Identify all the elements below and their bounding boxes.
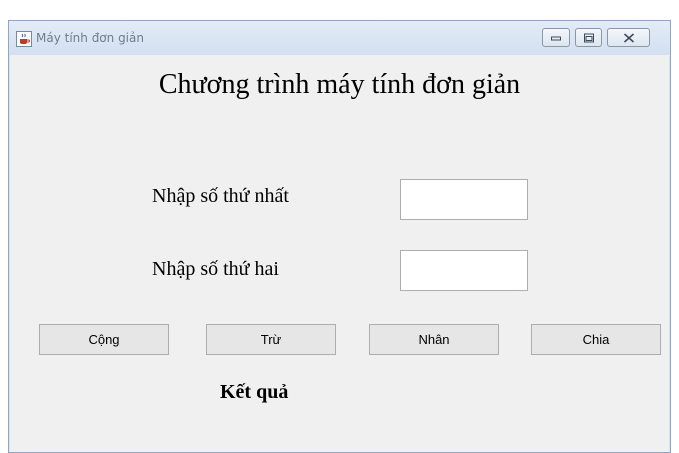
title-bar[interactable]: Máy tính đơn giản [9, 21, 670, 55]
close-button[interactable] [607, 28, 650, 47]
first-number-input[interactable] [400, 179, 528, 220]
content-panel: Chương trình máy tính đơn giản Nhập số t… [10, 55, 669, 452]
divide-button[interactable]: Chia [531, 324, 661, 355]
subtract-button[interactable]: Trừ [206, 324, 336, 355]
first-number-label: Nhập số thứ nhất [152, 185, 289, 207]
add-button[interactable]: Cộng [39, 324, 169, 355]
result-label: Kết quả [220, 381, 289, 403]
app-window: Máy tính đơn giản Chương trình máy tính … [8, 20, 671, 453]
minimize-icon [551, 36, 561, 40]
close-icon [623, 33, 634, 42]
second-number-label: Nhập số thứ hai [152, 258, 279, 280]
window-title: Máy tính đơn giản [36, 31, 144, 45]
minimize-button[interactable] [542, 28, 570, 47]
second-number-input[interactable] [400, 250, 528, 291]
maximize-icon [583, 33, 594, 42]
multiply-button[interactable]: Nhân [369, 324, 499, 355]
page-title: Chương trình máy tính đơn giản [158, 69, 521, 100]
java-cup-icon [16, 31, 32, 47]
maximize-button[interactable] [575, 28, 602, 47]
